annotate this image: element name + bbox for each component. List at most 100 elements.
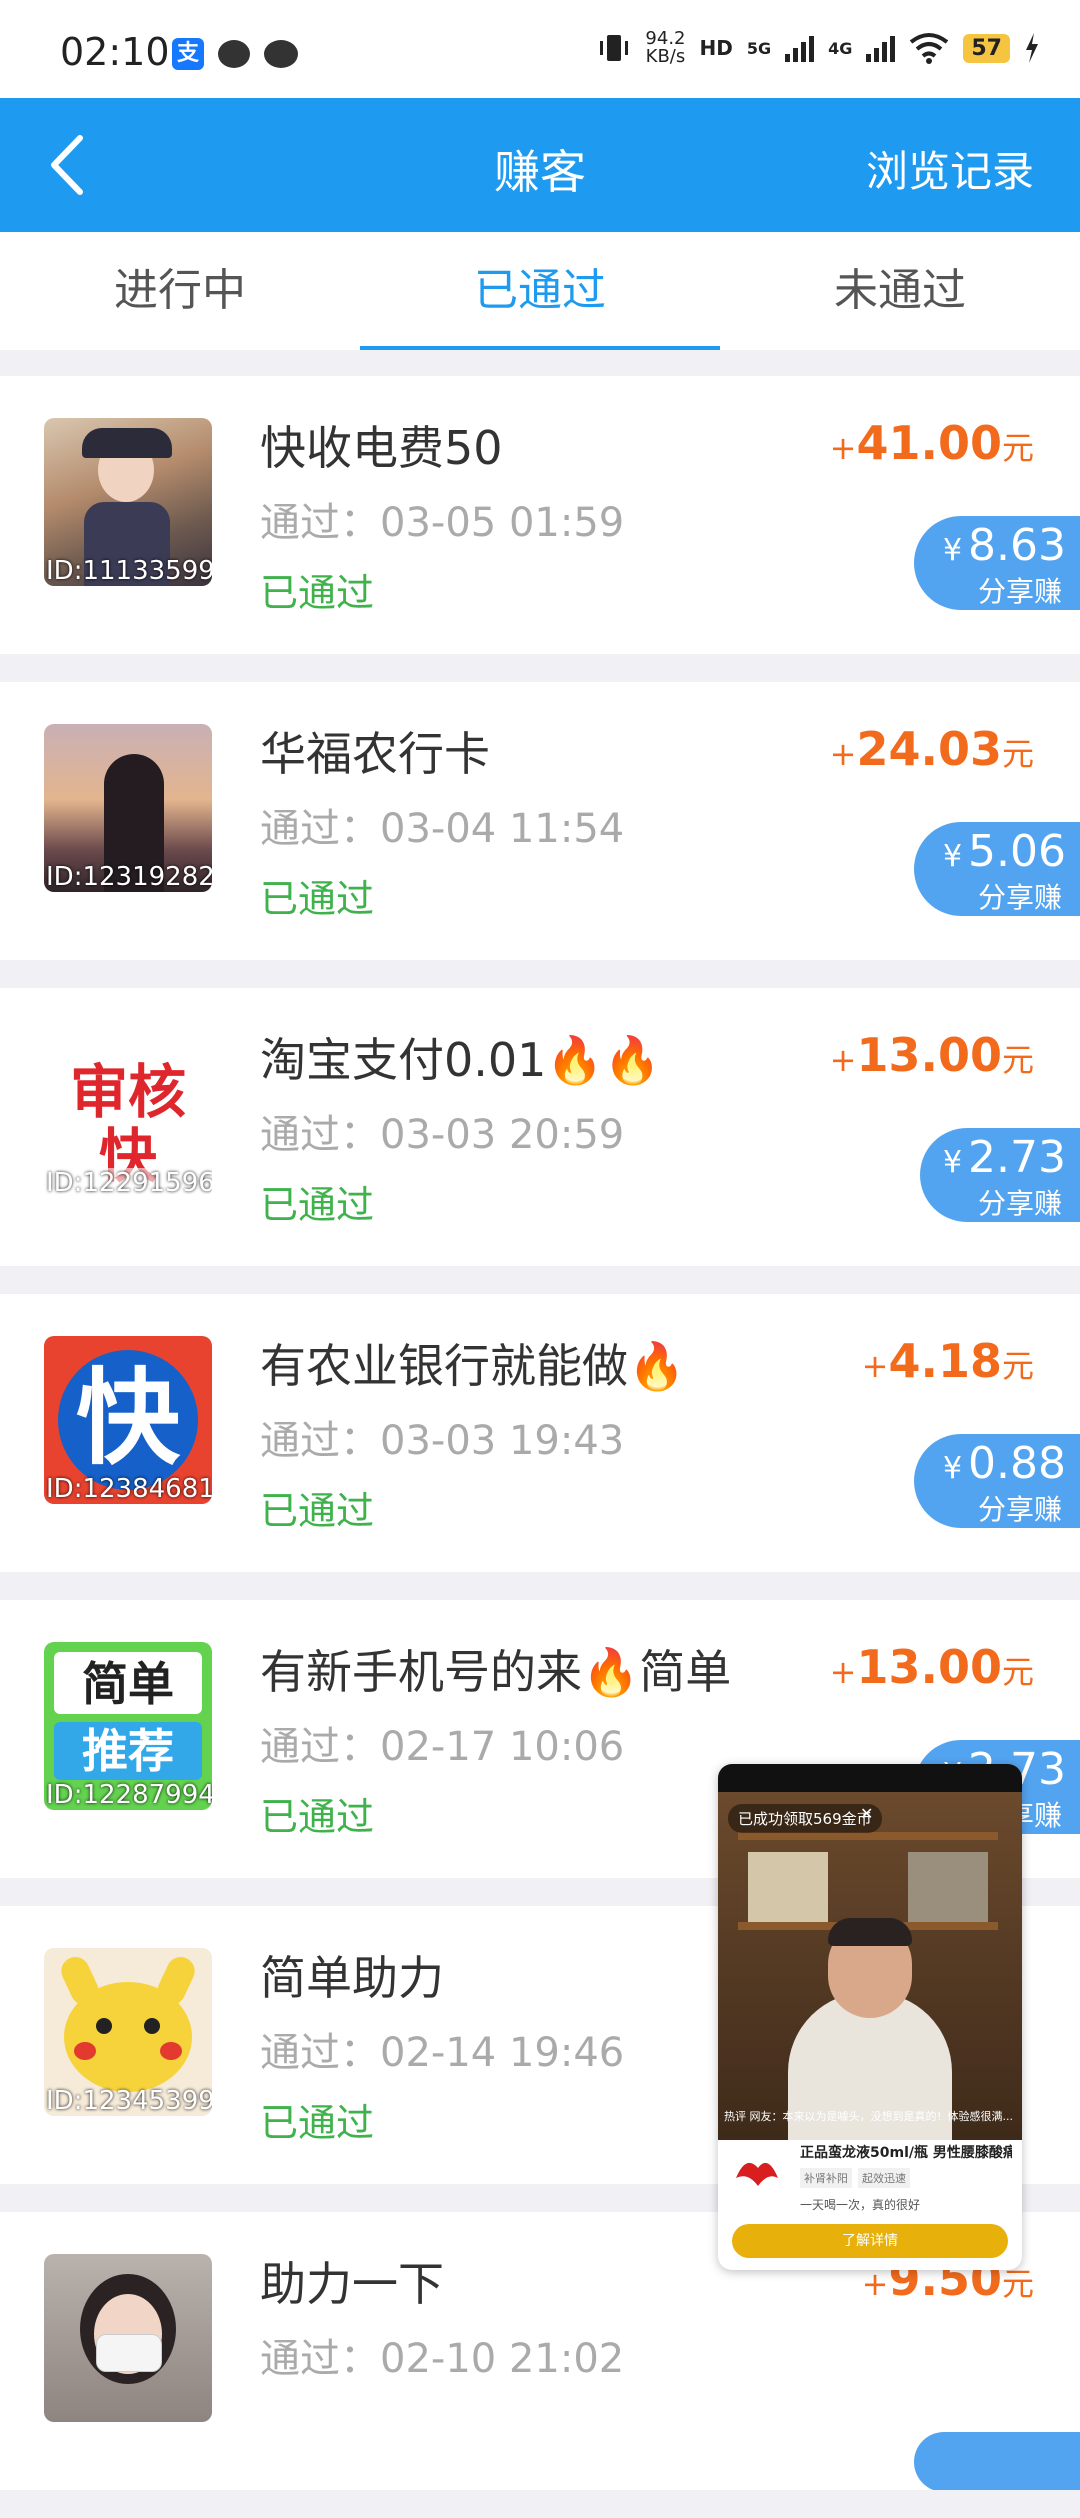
task-title: 助力一下 bbox=[260, 2257, 444, 2311]
share-earn-button[interactable]: ¥8.63 分享赚 bbox=[914, 516, 1080, 610]
task-thumbnail: ID:11133599 bbox=[44, 418, 212, 586]
task-id: ID:12287994 bbox=[46, 1780, 212, 1810]
face-mask bbox=[96, 2334, 162, 2372]
wifi-icon bbox=[910, 33, 949, 64]
task-thumbnail: ID:12345399 bbox=[44, 1948, 212, 2116]
books bbox=[748, 1852, 828, 1922]
share-earn-button[interactable]: ¥5.06 分享赚 bbox=[914, 822, 1080, 916]
task-thumbnail bbox=[44, 2254, 212, 2422]
share-earn-button[interactable]: ¥2.73 分享赚 bbox=[920, 1128, 1080, 1222]
signal-icon-2 bbox=[866, 34, 896, 62]
ad-brand-logo bbox=[728, 2148, 786, 2206]
app-header: 赚客 浏览记录 bbox=[0, 98, 1080, 232]
ad-product-title: 正品蛮龙液50ml/瓶 男性腰膝酸痛... bbox=[800, 2145, 1012, 2161]
task-time: 通过：03-03 20:59 bbox=[260, 1112, 625, 1158]
sim2-label: 4G bbox=[828, 38, 853, 58]
task-id: ID:12384681 bbox=[46, 1474, 212, 1504]
share-earn-button[interactable]: ¥0.88 分享赚 bbox=[914, 1434, 1080, 1528]
share-earn-label: 分享赚 bbox=[977, 575, 1062, 608]
thumb-label: 快 bbox=[75, 1357, 180, 1479]
tab-approved[interactable]: 已通过 bbox=[360, 232, 720, 350]
task-card[interactable]: 快 ID:12384681 有农业银行就能做🔥 通过：03-03 19:43 已… bbox=[0, 1294, 1080, 1572]
task-title: 有新手机号的来🔥简单 bbox=[260, 1645, 732, 1699]
task-reward: +4.18元 bbox=[861, 1334, 1034, 1388]
task-title: 简单助力 bbox=[260, 1951, 444, 2005]
share-earn-button[interactable] bbox=[914, 2432, 1080, 2490]
task-id: ID:12345399 bbox=[46, 2086, 212, 2116]
task-title: 快收电费50 bbox=[260, 421, 503, 475]
pikachu-eye-left bbox=[96, 2018, 112, 2034]
task-time: 通过：02-10 21:02 bbox=[260, 2336, 625, 2382]
ad-tag: 起效迅速 bbox=[858, 2168, 910, 2188]
task-title: 有农业银行就能做🔥 bbox=[260, 1339, 686, 1393]
task-status: 已通过 bbox=[260, 1183, 375, 1227]
notification-icons: 支 bbox=[172, 38, 298, 70]
task-card[interactable]: 审核快 ID:12291596 淘宝支付0.01🔥🔥 通过：03-03 20:5… bbox=[0, 988, 1080, 1266]
task-id: ID:11133599 bbox=[46, 556, 212, 586]
dragon-logo-icon bbox=[736, 2162, 778, 2186]
learn-more-button[interactable]: 了解详情 bbox=[732, 2224, 1008, 2258]
task-thumbnail: ID:12319282 bbox=[44, 724, 212, 892]
alipay-icon: 支 bbox=[172, 38, 204, 70]
task-id: ID:12291596 bbox=[44, 1168, 212, 1198]
task-status: 已通过 bbox=[260, 1795, 375, 1839]
vibrate-icon bbox=[600, 35, 629, 61]
shelf-line bbox=[738, 1832, 998, 1840]
task-status: 已通过 bbox=[260, 877, 375, 921]
task-title: 淘宝支付0.01🔥🔥 bbox=[260, 1033, 661, 1087]
task-card[interactable]: ID:12319282 华福农行卡 通过：03-04 11:54 已通过 +24… bbox=[0, 682, 1080, 960]
ad-tags: 补肾补阳 起效迅速 bbox=[800, 2168, 910, 2188]
net-speed: 94.2 KB/s bbox=[645, 28, 686, 67]
books bbox=[908, 1852, 988, 1922]
cap-shape bbox=[82, 428, 172, 458]
task-time: 通过：03-05 01:59 bbox=[260, 500, 625, 546]
task-status: 已通过 bbox=[260, 571, 375, 615]
floating-video-ad[interactable]: 已成功领取569金币 ✕ 热评 网友：本来以为是噱头，没想到是真的！体验感很满.… bbox=[718, 1764, 1022, 2270]
close-icon[interactable]: ✕ bbox=[860, 1804, 873, 1823]
task-time: 通过：02-14 19:46 bbox=[260, 2030, 625, 2076]
task-time: 通过：03-04 11:54 bbox=[260, 806, 625, 852]
browse-history-link[interactable]: 浏览记录 bbox=[866, 138, 1034, 199]
status-time: 02:10 bbox=[60, 30, 170, 74]
status-tabs: 进行中 已通过 未通过 bbox=[0, 232, 1080, 350]
message-icon bbox=[218, 40, 250, 68]
task-id: ID:12319282 bbox=[46, 862, 212, 892]
status-bar: 02:10 支 94.2 KB/s HD 5G 4G 57 bbox=[0, 0, 1080, 98]
task-reward: +24.03元 bbox=[829, 722, 1034, 776]
pikachu-cheek-right bbox=[160, 2042, 182, 2060]
ad-coin-badge: 已成功领取569金币 bbox=[728, 1804, 882, 1833]
share-earn-label: 分享赚 bbox=[977, 1187, 1062, 1220]
battery-icon: 57 bbox=[963, 33, 1010, 63]
ad-tag: 补肾补阳 bbox=[800, 2168, 852, 2188]
pikachu-eye-right bbox=[144, 2018, 160, 2034]
task-thumbnail: 审核快 ID:12291596 bbox=[44, 1030, 212, 1198]
share-earn-label: 分享赚 bbox=[977, 1493, 1062, 1526]
thumb-label-top: 简单 bbox=[82, 1657, 174, 1711]
system-indicators: 94.2 KB/s HD 5G 4G 57 bbox=[597, 30, 1040, 66]
wechat-icon bbox=[264, 40, 298, 68]
ad-slogan: 一天喝一次，真的很好 bbox=[800, 2198, 921, 2212]
charging-icon bbox=[1026, 33, 1038, 63]
speaker-hair bbox=[828, 1918, 912, 1946]
ad-top-bar bbox=[718, 1764, 1022, 1792]
sim1-label: 5G bbox=[746, 38, 772, 58]
task-time: 通过：02-17 10:06 bbox=[260, 1724, 625, 1770]
task-status: 已通过 bbox=[260, 1489, 375, 1533]
task-thumbnail: 快 ID:12384681 bbox=[44, 1336, 212, 1504]
tab-rejected[interactable]: 未通过 bbox=[720, 232, 1080, 350]
task-reward: +13.00元 bbox=[829, 1028, 1034, 1082]
ad-caption: 热评 网友：本来以为是噱头，没想到是真的！体验感很满... bbox=[724, 2110, 1013, 2123]
task-time: 通过：03-03 19:43 bbox=[260, 1418, 625, 1464]
task-reward: +41.00元 bbox=[829, 416, 1034, 470]
hd-icon: HD bbox=[699, 36, 733, 60]
task-status: 已通过 bbox=[260, 2101, 375, 2145]
task-reward: +13.00元 bbox=[829, 1640, 1034, 1694]
task-thumbnail: 简单 推荐 ID:12287994 bbox=[44, 1642, 212, 1810]
tab-in-progress[interactable]: 进行中 bbox=[0, 232, 360, 350]
share-earn-label: 分享赚 bbox=[977, 881, 1062, 914]
ad-video[interactable] bbox=[718, 1792, 1022, 2140]
thumb-label-bottom: 推荐 bbox=[82, 1724, 174, 1778]
task-card[interactable]: ID:11133599 快收电费50 通过：03-05 01:59 已通过 +4… bbox=[0, 376, 1080, 654]
task-title: 华福农行卡 bbox=[260, 727, 490, 781]
signal-icon bbox=[785, 34, 815, 62]
